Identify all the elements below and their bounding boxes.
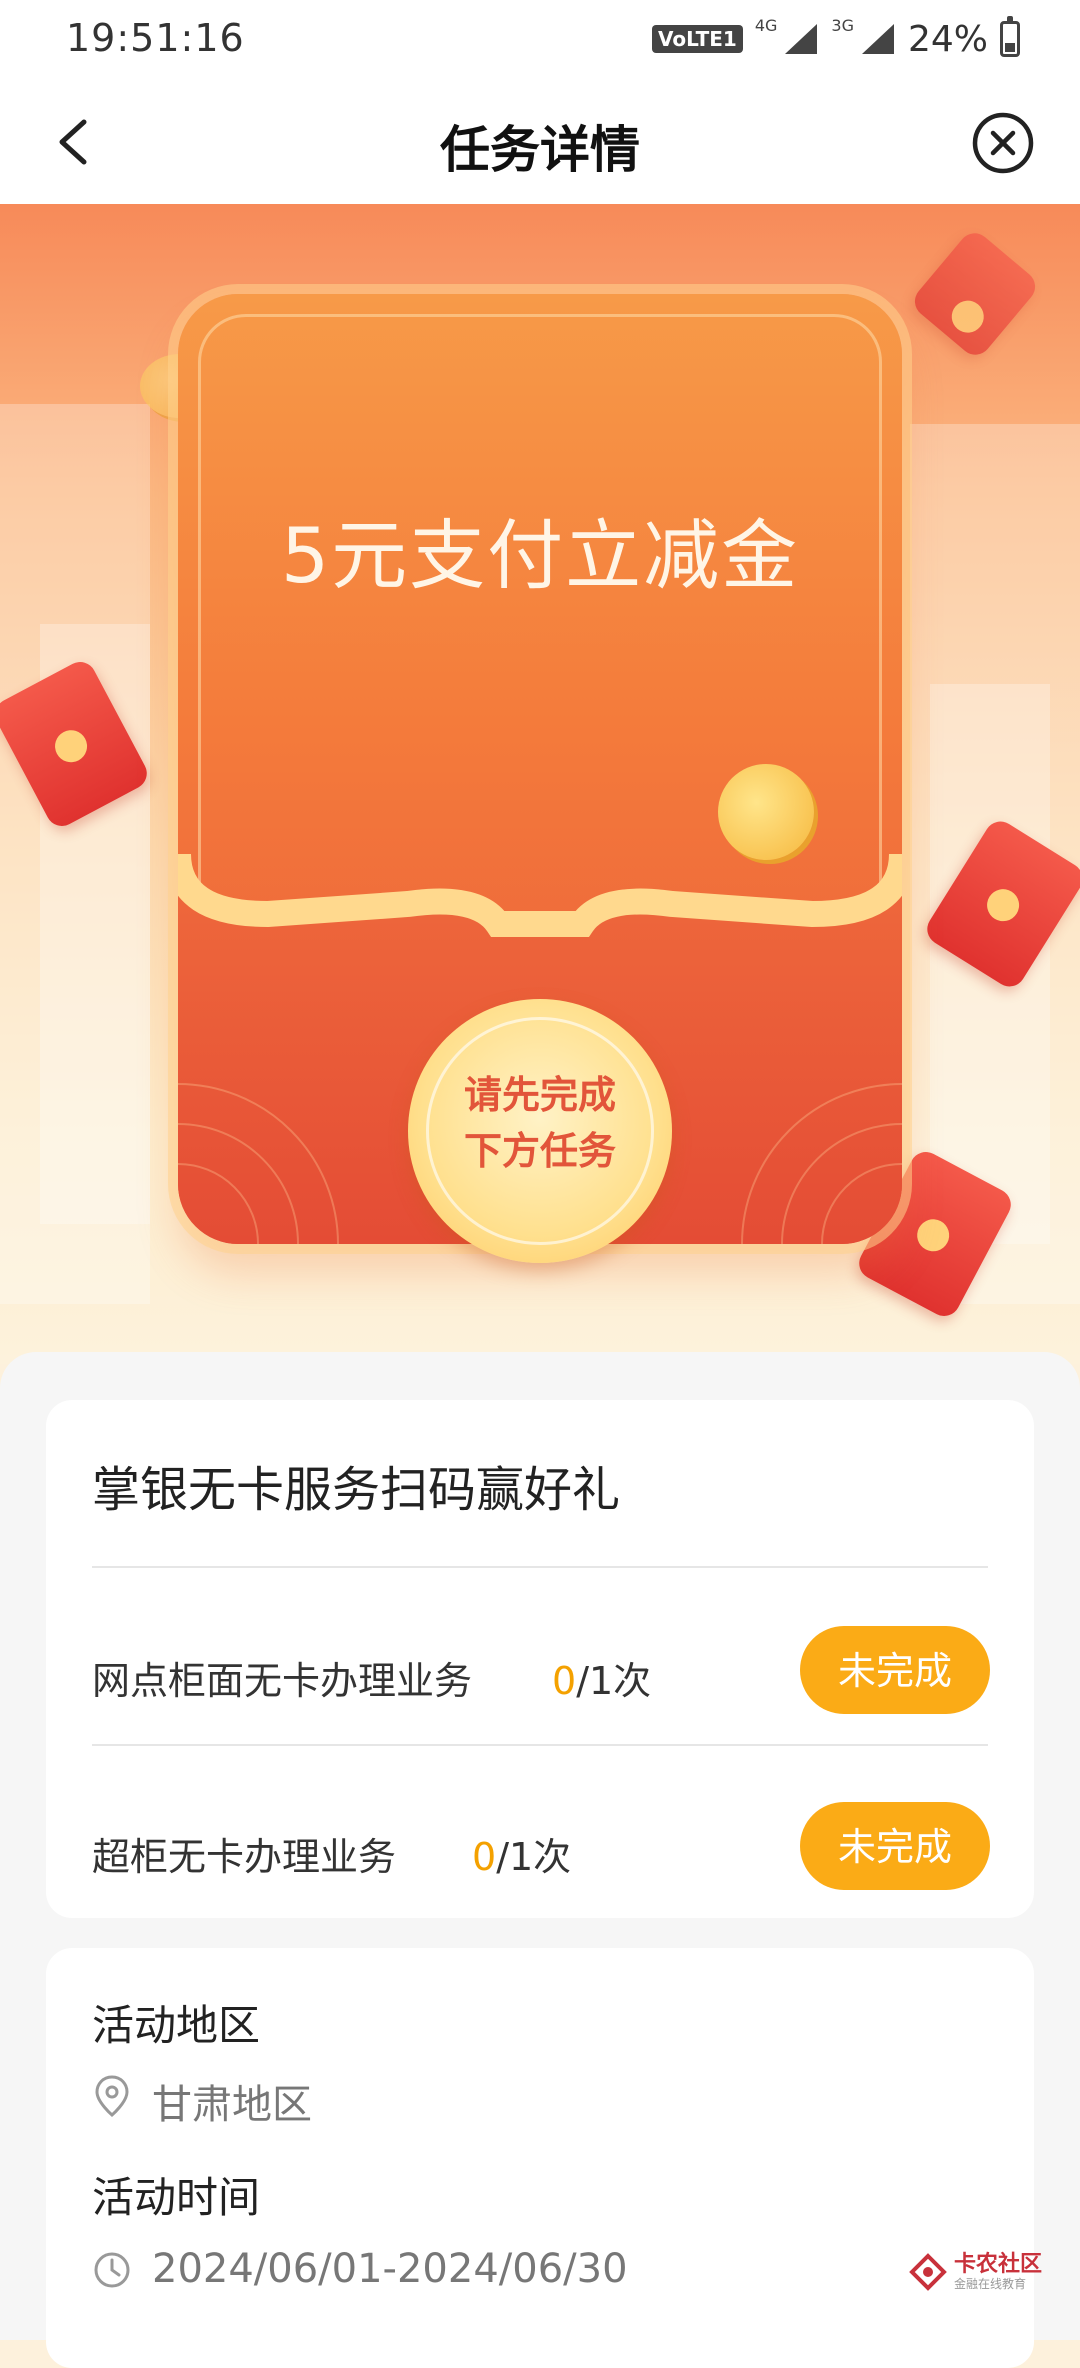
status-time: 19:51:16	[66, 16, 245, 60]
red-packet-decoration	[908, 226, 1042, 362]
task-progress-done: 0	[472, 1835, 497, 1879]
task-name: 超柜无卡办理业务	[92, 1835, 397, 1879]
activity-info-card: 活动地区 甘肃地区 活动时间 2024/06/01-2024/06/30	[46, 1948, 1034, 2368]
watermark-name: 卡农社区	[953, 2252, 1042, 2277]
battery-icon	[1000, 16, 1020, 57]
unlock-seal: 请先完成 下方任务	[408, 999, 672, 1263]
task-card-title: 掌银无卡服务扫码赢好礼	[92, 1462, 621, 1518]
kanong-logo-icon	[909, 2253, 947, 2291]
close-circle-icon[interactable]	[970, 110, 1036, 176]
task-progress: 0/1次	[552, 1650, 651, 1705]
task-progress-total: /1次	[496, 1835, 572, 1879]
watermark: 卡农社区 金融在线教育	[908, 2244, 1042, 2300]
task-card: 掌银无卡服务扫码赢好礼 网点柜面无卡办理业务 0/1次 未完成 超柜无卡办理业务…	[46, 1400, 1034, 1918]
signal-icon-2	[861, 24, 894, 54]
network-3g-label: 3G	[831, 16, 854, 35]
time-label: 活动时间	[92, 2173, 261, 2222]
status-icons: VoLTE1 4G 3G 24%	[652, 14, 1020, 64]
task-row: 网点柜面无卡办理业务 0/1次 未完成	[92, 1610, 990, 1730]
task-name: 网点柜面无卡办理业务	[92, 1659, 473, 1703]
signal-icon	[785, 24, 818, 54]
seal-text: 请先完成 下方任务	[408, 1067, 672, 1179]
task-row: 超柜无卡办理业务 0/1次 未完成	[92, 1786, 990, 1906]
time-value: 2024/06/01-2024/06/30	[152, 2246, 628, 2292]
network-4g-label: 4G	[754, 16, 778, 35]
region-label: 活动地区	[92, 2001, 261, 2050]
task-status-button[interactable]: 未完成	[800, 1802, 990, 1890]
task-progress-total: /1次	[576, 1659, 652, 1703]
coin-icon	[718, 764, 814, 860]
region-value: 甘肃地区	[152, 2082, 312, 2128]
watermark-slogan: 金融在线教育	[953, 2277, 1026, 2291]
reward-banner: 5元支付立减金 请先完成 下方任务	[0, 204, 1080, 1364]
reward-title: 5元支付立减金	[280, 511, 800, 600]
task-status-button[interactable]: 未完成	[800, 1626, 990, 1714]
divider	[92, 1744, 988, 1746]
battery-percent: 24%	[907, 18, 988, 60]
status-bar: 19:51:16 VoLTE1 4G 3G 24%	[0, 0, 1080, 80]
task-progress: 0/1次	[472, 1826, 571, 1881]
task-progress-done: 0	[552, 1659, 577, 1703]
seal-line-1: 请先完成	[463, 1073, 616, 1117]
volte-icon: VoLTE1	[652, 25, 743, 53]
divider	[92, 1566, 988, 1568]
location-pin-icon	[95, 2075, 129, 2117]
nav-bar: 任务详情	[0, 80, 1080, 204]
page-title: 任务详情	[440, 121, 640, 179]
seal-line-2: 下方任务	[463, 1129, 616, 1173]
clock-icon	[94, 2252, 130, 2288]
